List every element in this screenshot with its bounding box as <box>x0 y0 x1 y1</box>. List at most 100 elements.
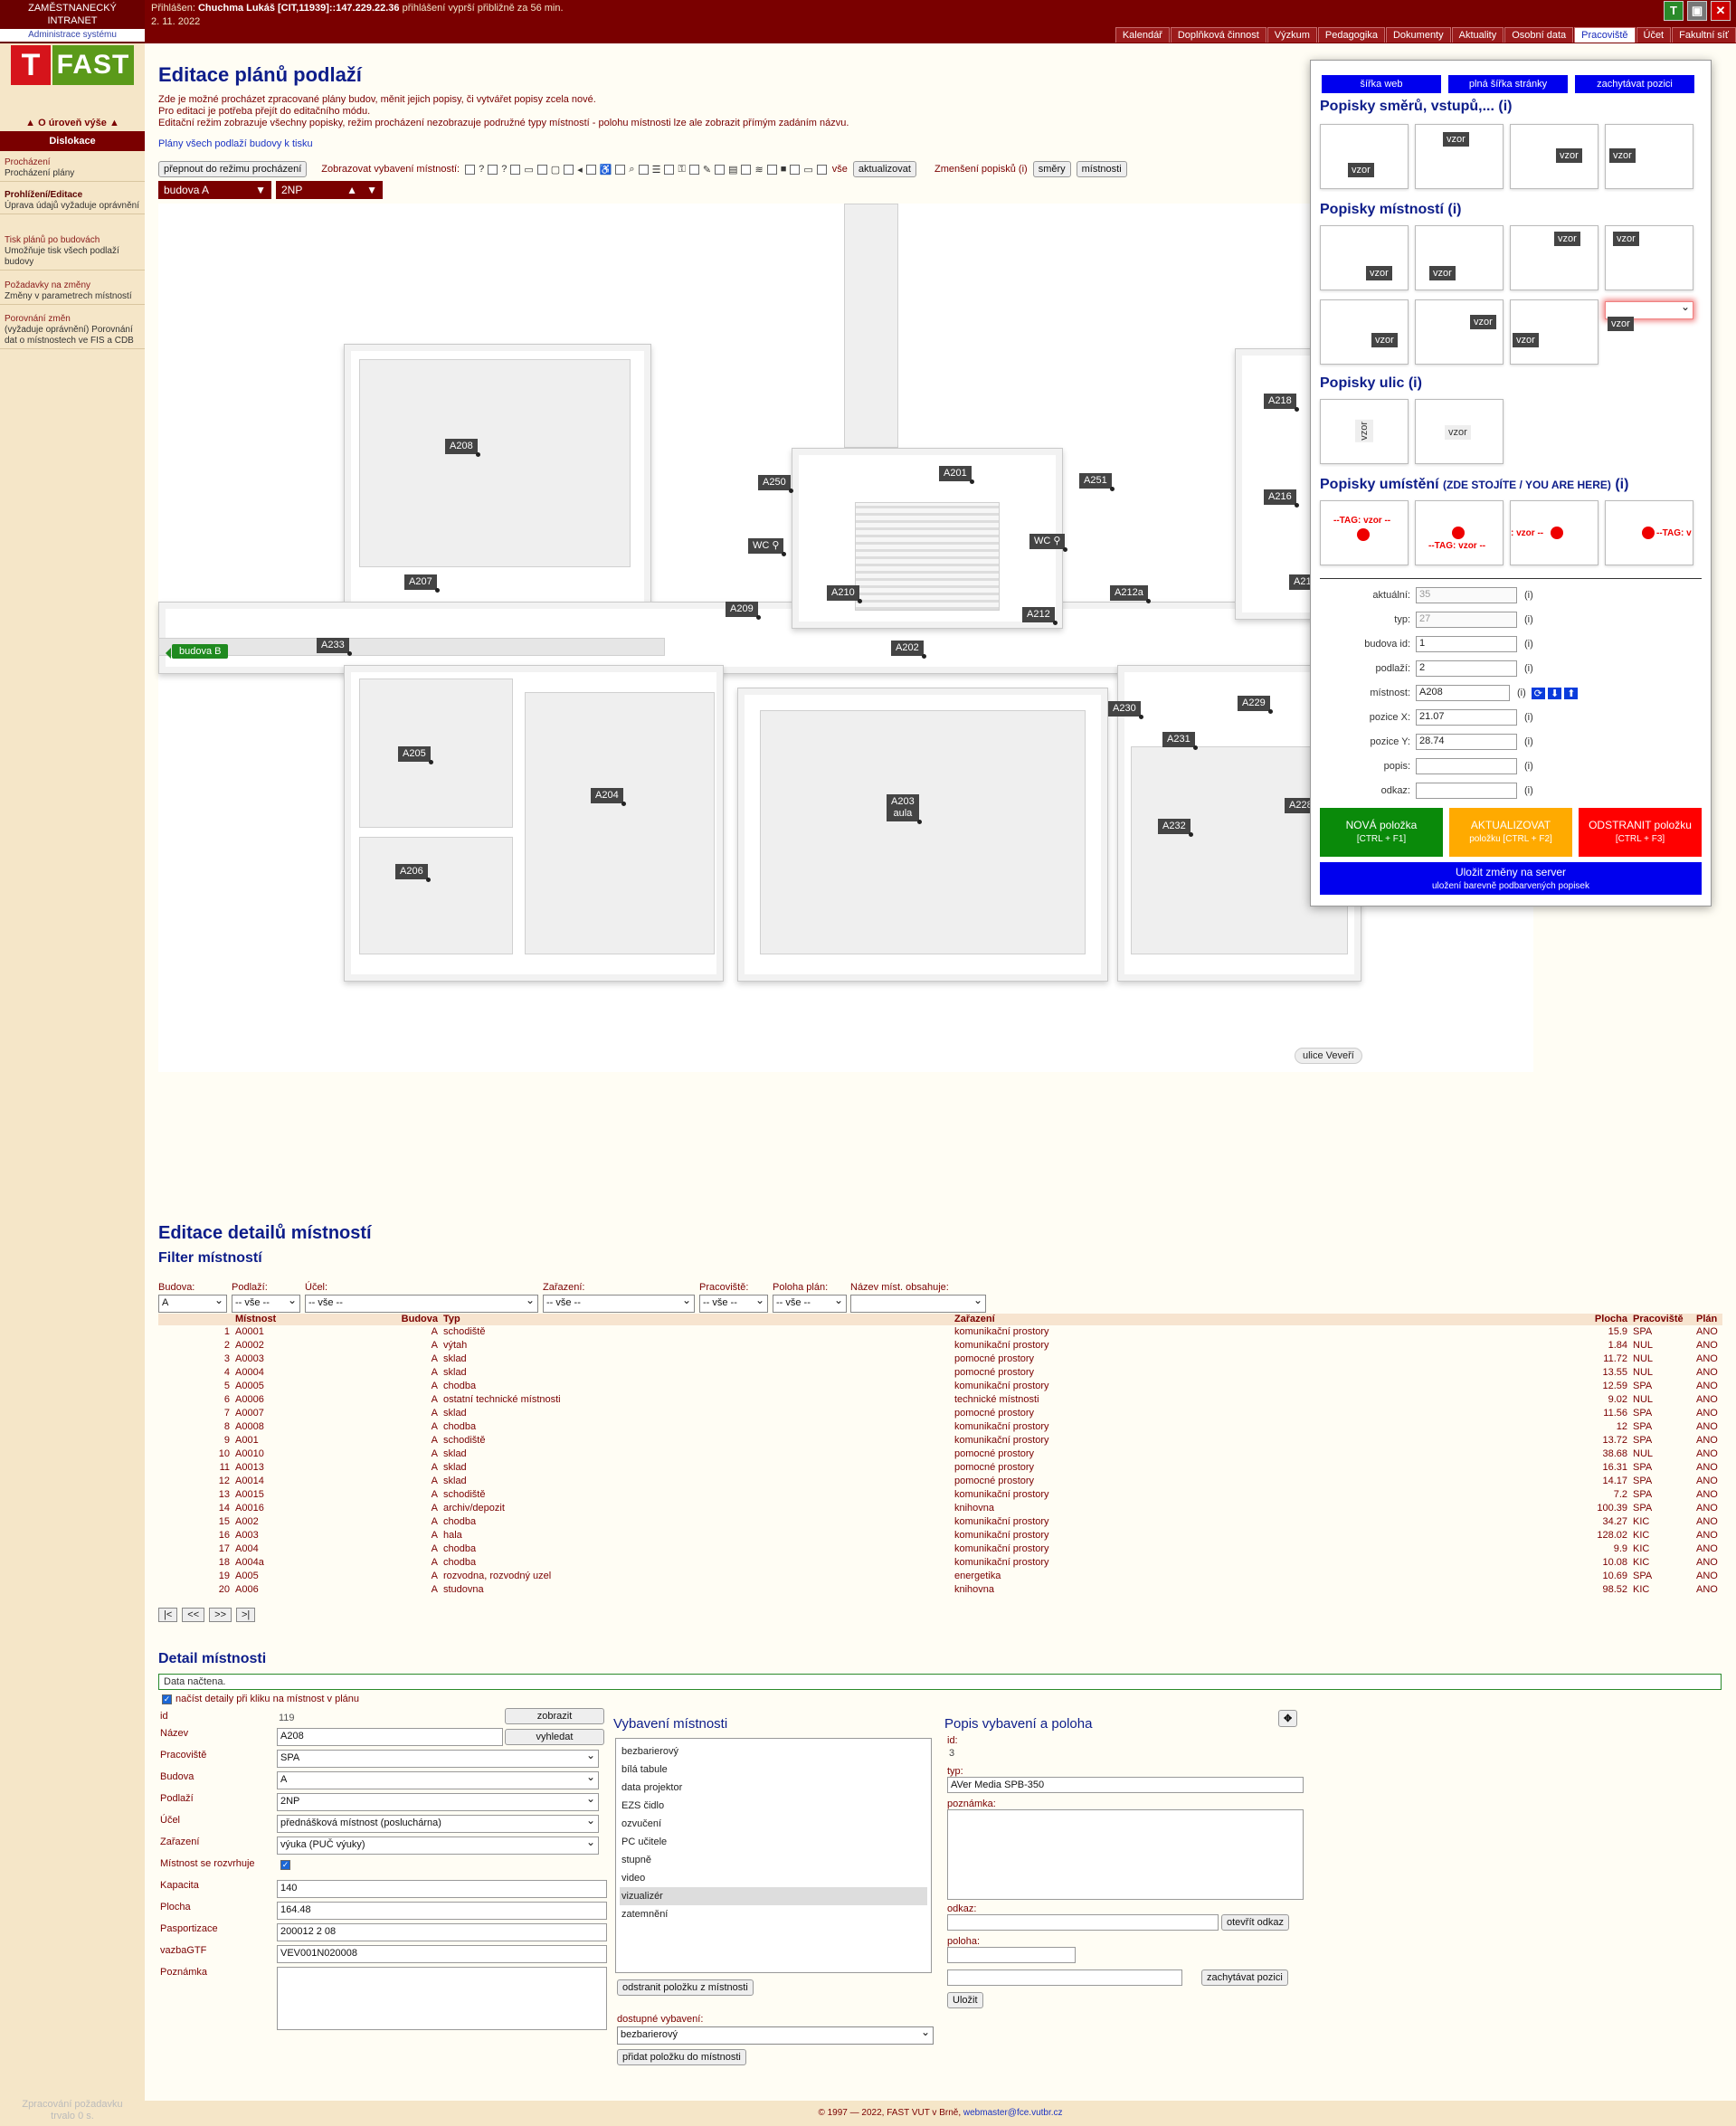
save-to-server-button[interactable]: Uložit změny na server uložení barevně po… <box>1320 862 1702 895</box>
info-icon[interactable]: (i) <box>1409 375 1422 391</box>
available-equipment-select[interactable]: bezbarierový <box>617 2026 934 2045</box>
move-icon[interactable]: ✥ <box>1278 1710 1298 1727</box>
desc-pos-input[interactable] <box>947 1947 1076 1963</box>
desc-pos-input-2[interactable] <box>947 1969 1182 1986</box>
room-label-A201[interactable]: A201 <box>939 466 974 484</box>
new-item-button[interactable]: NOVÁ položka [CTRL + F1] <box>1320 808 1443 857</box>
label-style-room-4[interactable]: vzor <box>1605 225 1693 290</box>
building-b-link[interactable]: budova B <box>165 644 229 659</box>
col-typ[interactable]: Typ <box>441 1314 952 1325</box>
room-label-A208[interactable]: A208 <box>445 439 480 457</box>
field-budova-input[interactable]: 1 <box>1416 636 1517 652</box>
field-aktualni-input[interactable]: 35 <box>1416 587 1517 603</box>
room-label-A229[interactable]: A229 <box>1238 696 1273 714</box>
col-mistnost[interactable]: Místnost <box>232 1314 395 1325</box>
label-style-place-4[interactable]: --TAG: v <box>1605 500 1693 565</box>
list-item[interactable]: stupně <box>620 1851 927 1869</box>
list-item[interactable]: bezbarierový <box>620 1742 927 1761</box>
room-label-A207[interactable]: A207 <box>404 574 440 593</box>
tab-aktuality[interactable]: Aktuality <box>1451 27 1504 43</box>
equip-checkbox[interactable] <box>741 164 752 175</box>
tab-pracoviste[interactable]: Pracoviště <box>1574 27 1636 43</box>
desc-note-textarea[interactable] <box>947 1809 1304 1900</box>
pager-next-button[interactable]: >> <box>209 1608 232 1622</box>
sidebar-item-pozadavky[interactable]: Požadavky na změny Změny v parametrech mí… <box>0 279 145 305</box>
equip-checkbox[interactable] <box>615 164 626 175</box>
table-row[interactable]: 17 A004 Achodba komunikační prostory 9.9 KIC A… <box>158 1542 1722 1556</box>
desc-link-input[interactable] <box>947 1914 1219 1931</box>
room-label-A212a[interactable]: A212a <box>1110 585 1151 603</box>
table-row[interactable]: 6 A0006 Aostatní technické místnosti techni… <box>158 1393 1722 1407</box>
info-icon[interactable]: (i) <box>1524 663 1533 674</box>
logout-icon[interactable]: ✕ <box>1711 1 1731 21</box>
label-style-street-1[interactable]: vzor <box>1320 399 1409 464</box>
room-label-A209[interactable]: A209 <box>726 602 761 620</box>
table-row[interactable]: 15 A002 Achodba komunikační prostory 34.27 KI… <box>158 1515 1722 1529</box>
room-label-wc-left[interactable]: WC ⚲ <box>748 538 787 556</box>
filter-zarazeni-select[interactable]: -- vše -- <box>543 1294 695 1313</box>
form-pracoviste-select[interactable]: SPA <box>277 1749 599 1768</box>
info-icon[interactable]: (i) <box>1447 202 1461 217</box>
rooms-button[interactable]: místnosti <box>1076 161 1127 177</box>
list-item[interactable]: ozvučení <box>620 1815 927 1833</box>
room-label-A218[interactable]: A218 <box>1264 394 1299 412</box>
floor-select[interactable]: 2NP ▲ ▼ <box>276 181 383 199</box>
field-popis-input[interactable] <box>1416 758 1517 774</box>
info-icon[interactable]: (i) <box>1524 590 1533 601</box>
room-label-A210[interactable]: A210 <box>827 585 862 603</box>
field-podlazi-input[interactable]: 2 <box>1416 660 1517 677</box>
delete-item-button[interactable]: ODSTRANIT položku [CTRL + F3] <box>1579 808 1702 857</box>
tab-doplnkova[interactable]: Doplňková činnost <box>1170 27 1266 43</box>
equip-checkbox[interactable] <box>790 164 801 175</box>
equip-checkbox[interactable] <box>564 164 574 175</box>
desc-capture-button[interactable]: zachytávat pozici <box>1201 1969 1288 1986</box>
building-select[interactable]: budova A ▼ <box>158 181 271 199</box>
room-label-A230[interactable]: A230 <box>1108 701 1143 719</box>
label-style-room-3[interactable]: vzor <box>1510 225 1598 290</box>
update-item-button[interactable]: AKTUALIZOVAT položku [CTRL + F2] <box>1449 808 1572 857</box>
sidebar-item-tisk[interactable]: Tisk plánů po budovách Umožňuje tisk všec… <box>0 233 145 270</box>
form-podlazi-select[interactable]: 2NP <box>277 1792 599 1811</box>
table-row[interactable]: 7 A0007 Asklad pomocné prostory 11.56 SPA ANO <box>158 1407 1722 1420</box>
filter-ucel-select[interactable]: -- vše -- <box>305 1294 538 1313</box>
col-budova[interactable]: Budova <box>395 1314 441 1325</box>
table-row[interactable]: 3 A0003 Asklad pomocné prostory 11.72 NUL ANO <box>158 1352 1722 1366</box>
field-typ-input[interactable]: 27 <box>1416 612 1517 628</box>
col-zarazeni[interactable]: Zařazení <box>952 1314 1580 1325</box>
refresh-button[interactable]: aktualizovat <box>852 161 916 177</box>
label-style-place-3[interactable]: : vzor -- <box>1510 500 1598 565</box>
capture-position-button[interactable]: zachytávat pozici <box>1575 75 1694 93</box>
field-mistnost-select[interactable]: A208 <box>1416 685 1510 701</box>
equipment-list[interactable]: bezbarierový bílá tabule data projektor … <box>615 1738 932 1973</box>
fast-logo[interactable]: T FAST <box>11 45 134 85</box>
teams-icon[interactable]: T <box>1664 1 1684 21</box>
level-up-link[interactable]: ▲ O úroveň výše ▲ <box>0 118 145 128</box>
footer-email-link[interactable]: webmaster@fce.vutbr.cz <box>963 2108 1063 2118</box>
label-style-street-2[interactable]: vzor <box>1415 399 1504 464</box>
table-row[interactable]: 20 A006 Astudovna knihovna 98.52 KIC ANO <box>158 1583 1722 1597</box>
room-label-A205[interactable]: A205 <box>398 746 433 764</box>
tab-dokumenty[interactable]: Dokumenty <box>1385 27 1451 43</box>
table-row[interactable]: 14 A0016 Aarchiv/depozit knihovna 100.39 SPA A… <box>158 1502 1722 1515</box>
info-icon[interactable]: (i) <box>1524 614 1533 625</box>
equip-checkbox[interactable] <box>664 164 675 175</box>
label-style-room-7[interactable]: vzor <box>1510 299 1598 365</box>
tab-pedagogika[interactable]: Pedagogika <box>1317 27 1385 43</box>
table-row[interactable]: 13 A0015 Aschodiště komunikační prostory 7.2… <box>158 1488 1722 1502</box>
room-label-A231[interactable]: A231 <box>1162 732 1198 750</box>
tab-ucet[interactable]: Účet <box>1636 27 1672 43</box>
room-label-A233[interactable]: A233 <box>317 638 352 656</box>
table-row[interactable]: 1 A0001 Aschodiště komunikační prostory 15.9… <box>158 1325 1722 1339</box>
sidebar-item-editace[interactable]: Prohlížení/Editace Úprava údajů vyžaduje … <box>0 188 145 214</box>
label-style-room-1[interactable]: vzor <box>1320 225 1409 290</box>
desc-save-button[interactable]: Uložit <box>947 1992 983 2008</box>
sidebar-item-porovnani[interactable]: Porovnání změn (vyžaduje oprávnění) Porov… <box>0 312 145 349</box>
label-style-room-5[interactable]: vzor <box>1320 299 1409 365</box>
web-width-button[interactable]: šířka web <box>1322 75 1441 93</box>
pager-last-button[interactable]: >| <box>236 1608 256 1622</box>
filter-pracoviste-select[interactable]: -- vše -- <box>699 1294 768 1313</box>
info-icon[interactable]: (i) <box>1524 785 1533 796</box>
room-label-A202[interactable]: A202 <box>891 641 926 659</box>
list-item[interactable]: PC učitele <box>620 1833 927 1851</box>
equip-checkbox[interactable] <box>638 164 649 175</box>
